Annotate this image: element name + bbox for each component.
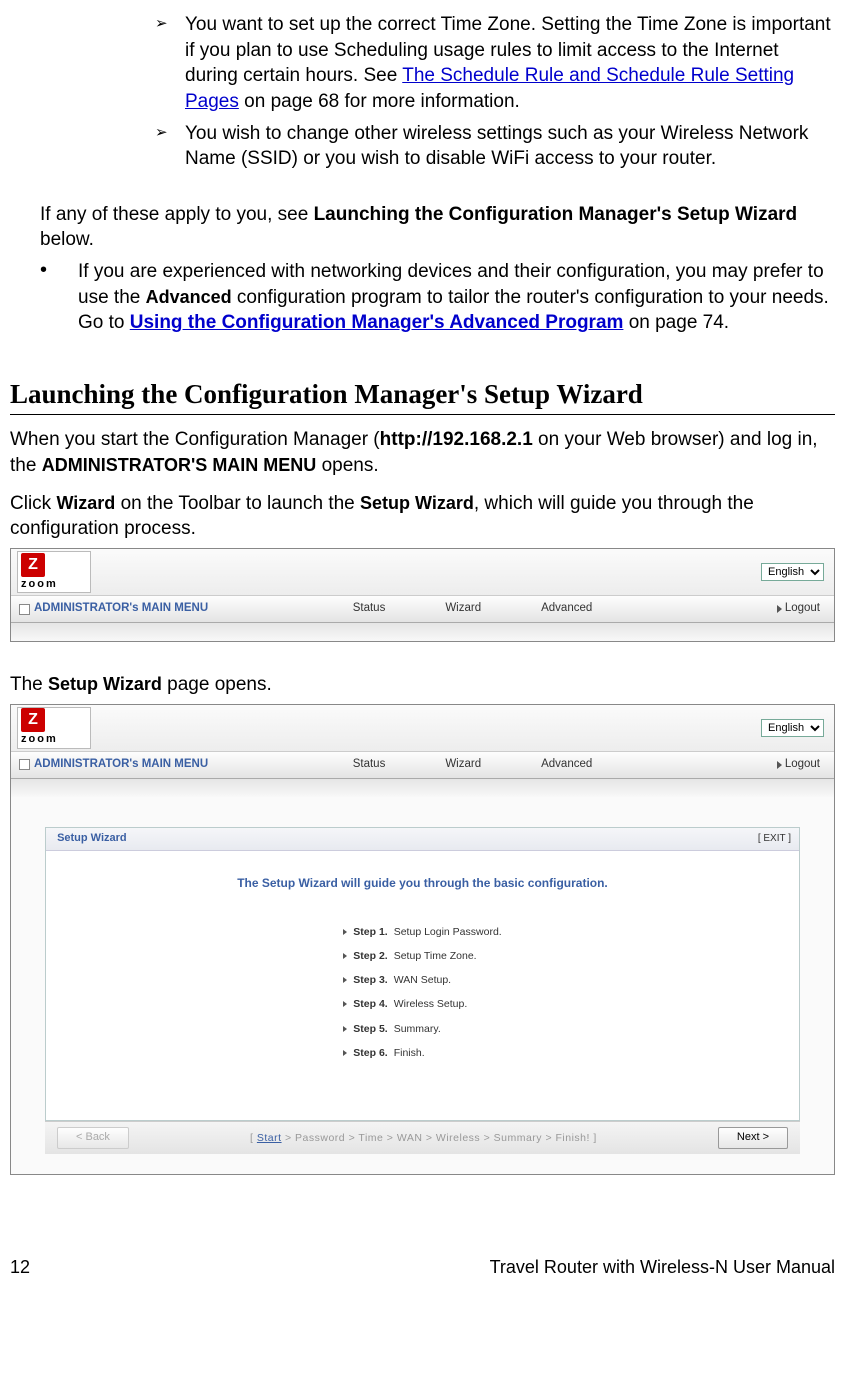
caret-icon — [343, 1050, 347, 1056]
logo-z-icon: Z — [21, 553, 45, 577]
step-row: Step 5. Summary. — [343, 1022, 501, 1036]
page-footer: 12 Travel Router with Wireless-N User Ma… — [10, 1255, 835, 1279]
para-start-config: When you start the Configuration Manager… — [10, 427, 835, 478]
square-icon — [19, 604, 30, 615]
topbar2: Z zoom English — [11, 705, 834, 751]
setup-wizard-word: Setup Wizard — [360, 493, 474, 513]
setup-wizard-word2: Setup Wizard — [48, 674, 162, 694]
breadcrumb-current: Start — [257, 1132, 282, 1144]
caret-icon — [343, 953, 347, 959]
triangle-icon2 — [777, 761, 782, 769]
menu-logout2[interactable]: Logout — [777, 757, 820, 773]
gradient-strip — [11, 623, 834, 641]
steps-list: Step 1. Setup Login Password. Step 2. Set… — [343, 915, 501, 1070]
logo-text: zoom — [21, 577, 58, 592]
menu-status2[interactable]: Status — [353, 757, 386, 773]
panel-header: Setup Wizard [ EXIT ] — [46, 828, 799, 851]
menu-wizard2[interactable]: Wizard — [445, 757, 481, 773]
text: The — [10, 674, 48, 695]
caret-icon — [343, 1026, 347, 1032]
step-row: Step 4. Wireless Setup. — [343, 997, 501, 1011]
text: opens. — [316, 455, 378, 476]
admin-menu-label: ADMINISTRATOR's MAIN MENU — [19, 601, 208, 617]
para-click-wizard: Click Wizard on the Toolbar to launch th… — [10, 491, 835, 542]
menubar2: ADMINISTRATOR's MAIN MENU Status Wizard … — [11, 751, 834, 779]
language-select[interactable]: English — [761, 563, 824, 581]
gradient-strip2 — [11, 779, 834, 797]
para-page-opens: The Setup Wizard page opens. — [10, 672, 835, 698]
step-desc: WAN Setup. — [394, 973, 451, 987]
wizard-panel: Setup Wizard [ EXIT ] The Setup Wizard w… — [45, 827, 800, 1121]
language-select2[interactable]: English — [761, 719, 824, 737]
menu-items2: Status Wizard Advanced — [353, 757, 593, 773]
menu-advanced2[interactable]: Advanced — [541, 757, 592, 773]
wizard-bottombar: < Back [ Start > Password > Time > WAN >… — [45, 1121, 800, 1154]
panel-body: The Setup Wizard will guide you through … — [46, 851, 799, 1120]
step-desc: Summary. — [394, 1022, 441, 1036]
text: If any of these apply to you, see — [40, 204, 314, 225]
footer-title: Travel Router with Wireless-N User Manua… — [490, 1255, 835, 1279]
text: on page 68 for more information. — [239, 91, 520, 112]
caret-icon — [343, 1001, 347, 1007]
logo-z-icon2: Z — [21, 708, 45, 732]
text: page opens. — [162, 674, 272, 695]
url: http://192.168.2.1 — [380, 429, 533, 450]
square-icon2 — [19, 759, 30, 770]
exit-link[interactable]: [ EXIT ] — [758, 832, 791, 846]
step-label: Step 6. — [353, 1046, 387, 1060]
wizard-headline: The Setup Wizard will guide you through … — [66, 875, 779, 891]
screenshot-setup-wizard: Z zoom English ADMINISTRATOR's MAIN MENU… — [10, 704, 835, 1175]
caret-icon — [343, 977, 347, 983]
topbar: Z zoom English — [11, 549, 834, 595]
step-desc: Finish. — [394, 1046, 425, 1060]
admin-menu-label2: ADMINISTRATOR's MAIN MENU — [19, 757, 208, 773]
wizard-breadcrumb: [ Start > Password > Time > WAN > Wirele… — [129, 1131, 718, 1145]
wizard-container: Setup Wizard [ EXIT ] The Setup Wizard w… — [11, 797, 834, 1174]
menu-status[interactable]: Status — [353, 601, 386, 617]
link-advanced-program[interactable]: Using the Configuration Manager's Advanc… — [130, 312, 624, 333]
step-row: Step 2. Setup Time Zone. — [343, 949, 501, 963]
admin-menu-ref: ADMINISTRATOR'S MAIN MENU — [42, 455, 317, 475]
advanced-word: Advanced — [146, 287, 232, 307]
bold-launching: Launching the Configuration Manager's Se… — [314, 204, 798, 225]
menu-advanced[interactable]: Advanced — [541, 601, 592, 617]
step-desc: Wireless Setup. — [394, 997, 468, 1011]
next-button[interactable]: Next > — [718, 1127, 788, 1149]
bullet-ssid: You wish to change other wireless settin… — [10, 121, 835, 172]
text: below. — [40, 229, 94, 250]
logo-text2: zoom — [21, 732, 58, 747]
step-row: Step 3. WAN Setup. — [343, 973, 501, 987]
step-row: Step 6. Finish. — [343, 1046, 501, 1060]
if-apply-para: If any of these apply to you, see Launch… — [10, 202, 835, 253]
text: You wish to change other wireless settin… — [185, 123, 808, 170]
menu-items: Status Wizard Advanced — [353, 601, 593, 617]
zoom-logo2: Z zoom — [17, 707, 91, 749]
bullet-advanced: If you are experienced with networking d… — [10, 259, 835, 336]
screenshot-main-menu: Z zoom English ADMINISTRATOR's MAIN MENU… — [10, 548, 835, 642]
text: on page 74. — [623, 312, 729, 333]
step-desc: Setup Time Zone. — [394, 949, 477, 963]
text: Click — [10, 493, 56, 514]
menubar: ADMINISTRATOR's MAIN MENU Status Wizard … — [11, 595, 834, 623]
step-desc: Setup Login Password. — [394, 925, 502, 939]
section-heading: Launching the Configuration Manager's Se… — [10, 376, 835, 415]
wizard-word: Wizard — [56, 493, 115, 513]
step-label: Step 4. — [353, 997, 387, 1011]
menu-logout[interactable]: Logout — [777, 601, 820, 617]
triangle-icon — [777, 605, 782, 613]
zoom-logo: Z zoom — [17, 551, 91, 593]
text: When you start the Configuration Manager… — [10, 429, 380, 450]
step-label: Step 3. — [353, 973, 387, 987]
step-label: Step 1. — [353, 925, 387, 939]
page-number: 12 — [10, 1255, 30, 1279]
text: on the Toolbar to launch the — [115, 493, 360, 514]
menu-wizard[interactable]: Wizard — [445, 601, 481, 617]
back-button: < Back — [57, 1127, 129, 1149]
caret-icon — [343, 929, 347, 935]
bullet-timezone: You want to set up the correct Time Zone… — [10, 12, 835, 115]
step-label: Step 2. — [353, 949, 387, 963]
step-row: Step 1. Setup Login Password. — [343, 925, 501, 939]
step-label: Step 5. — [353, 1022, 387, 1036]
panel-title: Setup Wizard — [57, 831, 127, 846]
